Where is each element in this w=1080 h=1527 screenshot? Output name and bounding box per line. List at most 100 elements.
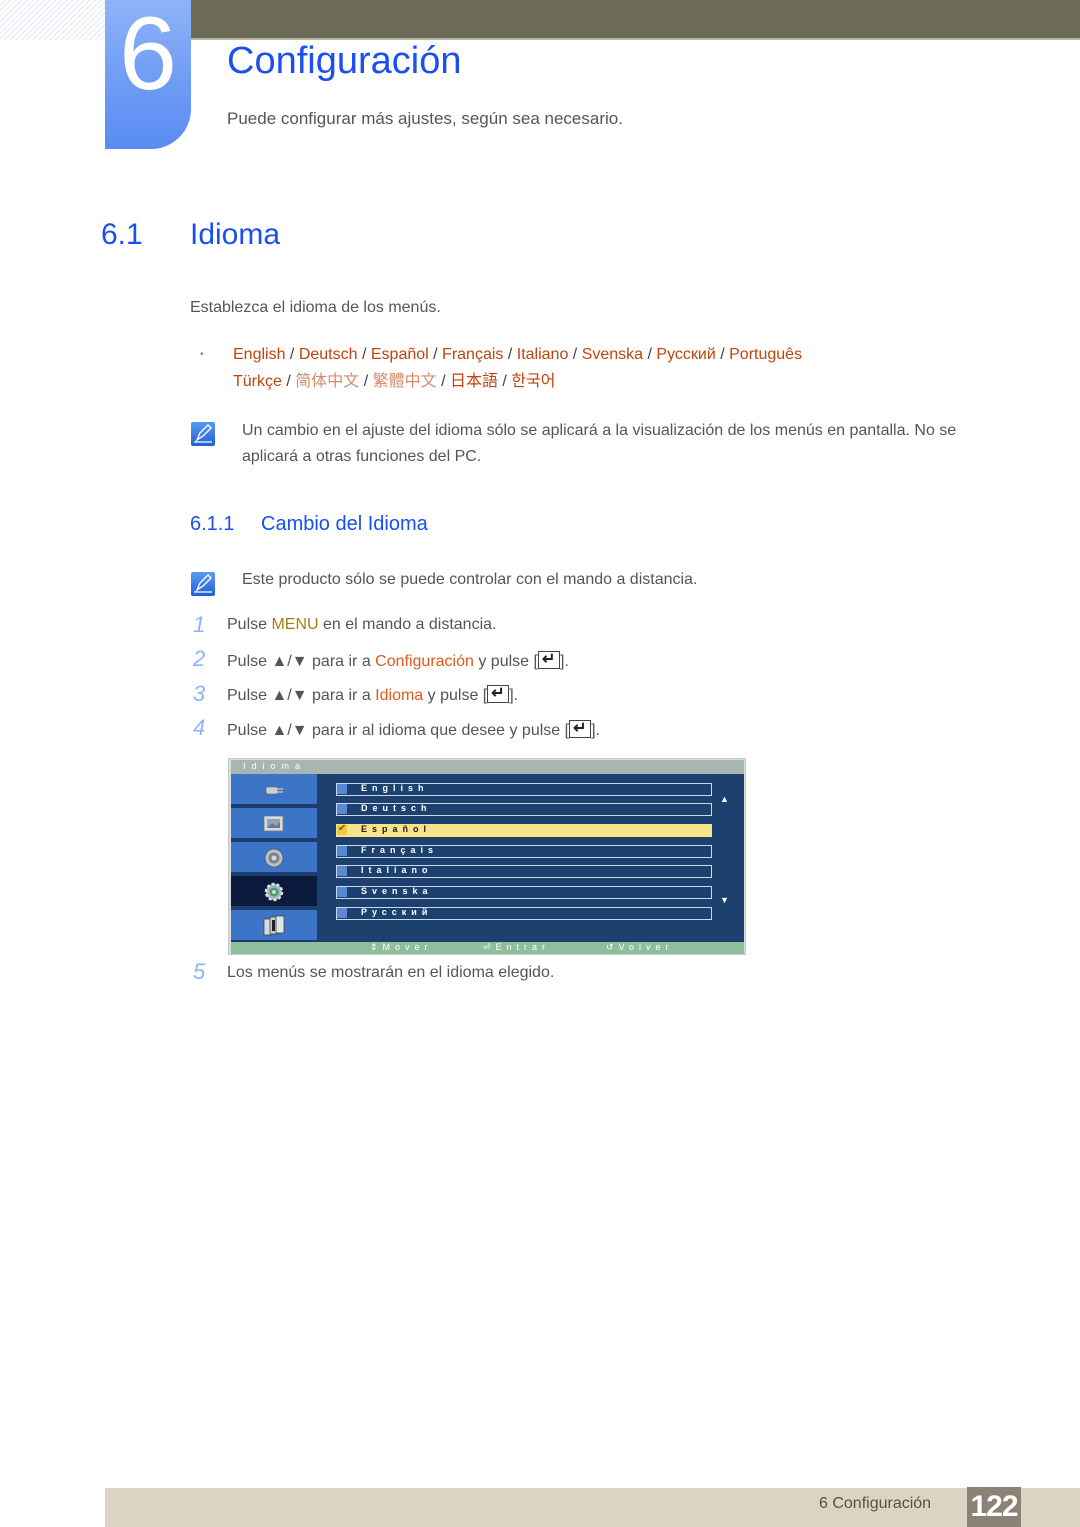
footer-bar bbox=[105, 1488, 1080, 1527]
language-separator: / bbox=[357, 346, 371, 363]
section-title: Idioma bbox=[190, 218, 281, 251]
step-text: Pulse ▲/▼ para ir a Idioma y pulse []. bbox=[227, 683, 519, 705]
osd-category-multi-window[interactable] bbox=[231, 910, 317, 942]
step-text-suffix: ]. bbox=[559, 653, 569, 670]
enter-key-icon bbox=[537, 649, 560, 669]
header-hatch-decoration bbox=[0, 0, 105, 40]
remote-note-text: Este producto sólo se puede controlar co… bbox=[242, 571, 698, 588]
osd-hint-move-label: Mover bbox=[382, 942, 433, 952]
language-link[interactable]: Deutsch bbox=[299, 346, 358, 363]
osd-option-francais[interactable]: Français bbox=[336, 845, 712, 858]
chapter-subtitle: Puede configurar más ajustes, según sea … bbox=[227, 109, 623, 128]
language-separator: / bbox=[503, 346, 517, 363]
language-link[interactable]: Русский bbox=[656, 346, 715, 363]
note-pencil-icon bbox=[191, 422, 215, 446]
language-link[interactable]: Español bbox=[371, 346, 429, 363]
sound-icon bbox=[264, 848, 284, 868]
enter-key-icon bbox=[569, 718, 592, 738]
osd-option-english[interactable]: English bbox=[336, 783, 712, 796]
language-link[interactable]: Português bbox=[729, 346, 802, 363]
language-link[interactable]: 简体中文 bbox=[295, 373, 359, 390]
osd-option-russian[interactable]: Русский bbox=[336, 907, 712, 920]
osd-option-espanol[interactable]: ✔ Español bbox=[336, 823, 712, 837]
language-separator: / bbox=[497, 373, 512, 390]
section-number: 6.1 bbox=[101, 218, 143, 251]
step-number: 5 bbox=[193, 959, 206, 984]
osd-title: Idioma bbox=[243, 761, 307, 771]
osd-option-label: Español bbox=[361, 824, 432, 834]
page-number: 122 bbox=[967, 1487, 1021, 1527]
osd-option-label: Deutsch bbox=[361, 803, 432, 813]
osd-category-setup[interactable] bbox=[231, 876, 317, 908]
step-text: Los menús se mostrarán en el idioma eleg… bbox=[227, 964, 555, 981]
language-separator: / bbox=[281, 373, 296, 390]
language-separator: / bbox=[428, 346, 443, 363]
osd-hint-move: ⇕Mover bbox=[370, 942, 433, 953]
chapter-number: 6 bbox=[119, 0, 177, 112]
updown-arrow-icon: ⇕ bbox=[370, 942, 383, 952]
osd-option-label: Italiano bbox=[361, 865, 433, 875]
multi-window-icon bbox=[263, 915, 285, 936]
step-highlight-configuracion: Configuración bbox=[375, 653, 474, 670]
osd-hint-back: ↺Volver bbox=[606, 942, 674, 953]
header-top-bar bbox=[190, 0, 1080, 38]
step-text-post: y pulse [ bbox=[473, 653, 538, 670]
scroll-down-arrow-icon[interactable]: ▼ bbox=[720, 895, 729, 905]
footer-chapter-label: 6 Configuración bbox=[819, 1495, 932, 1512]
language-note-text: Un cambio en el ajuste del idioma sólo s… bbox=[242, 422, 957, 465]
section-description: Establezca el idioma de los menús. bbox=[190, 299, 441, 316]
osd-option-deutsch[interactable]: Deutsch bbox=[336, 803, 712, 816]
osd-hint-enter-label: Entrar bbox=[495, 942, 551, 952]
language-list-line-1: English / Deutsch / Español / Français /… bbox=[233, 346, 802, 364]
language-link[interactable]: Italiano bbox=[517, 346, 569, 363]
step-text-pre: Pulse ▲/▼ para ir al idioma que desee y … bbox=[227, 722, 570, 739]
return-icon: ↺ bbox=[606, 942, 619, 952]
osd-option-label: English bbox=[361, 783, 429, 793]
step-number: 2 bbox=[193, 646, 206, 671]
language-link[interactable]: Türkçe bbox=[233, 373, 282, 390]
step-text: Pulse ▲/▼ para ir al idioma que desee y … bbox=[227, 718, 600, 740]
language-link[interactable]: English bbox=[233, 346, 285, 363]
language-separator: / bbox=[568, 346, 582, 363]
step-number: 4 bbox=[193, 715, 206, 740]
osd-option-marker bbox=[337, 866, 347, 876]
chapter-tab: 6 bbox=[105, 0, 191, 149]
step-highlight-menu: MENU bbox=[271, 616, 319, 633]
language-separator: / bbox=[359, 373, 373, 390]
setup-gear-icon bbox=[264, 882, 284, 902]
step-text: Pulse MENU en el mando a distancia. bbox=[227, 616, 496, 634]
osd-category-input[interactable] bbox=[231, 774, 317, 806]
step-text-post: y pulse [ bbox=[423, 687, 488, 704]
step-text-suffix: ]. bbox=[509, 687, 519, 704]
enter-key-icon bbox=[487, 683, 510, 703]
step-number: 1 bbox=[193, 612, 206, 637]
osd-category-picture[interactable] bbox=[231, 808, 317, 840]
osd-category-sound[interactable] bbox=[231, 842, 317, 874]
step-text-pre: Pulse ▲/▼ para ir a bbox=[227, 687, 376, 704]
osd-option-marker bbox=[337, 846, 347, 856]
step-text-pre: Pulse bbox=[227, 616, 272, 633]
language-link[interactable]: 한국어 bbox=[511, 373, 555, 390]
language-link[interactable]: Français bbox=[442, 346, 503, 363]
scroll-up-arrow-icon[interactable]: ▲ bbox=[720, 794, 729, 804]
note-pencil-icon bbox=[191, 572, 215, 596]
osd-option-italiano[interactable]: Italiano bbox=[336, 865, 712, 878]
osd-category-sidebar bbox=[231, 774, 317, 942]
osd-hint-back-label: Volver bbox=[618, 942, 674, 952]
step-text-post: en el mando a distancia. bbox=[318, 616, 497, 633]
osd-hint-bar: ⇕Mover ⏎Entrar ↺Volver bbox=[231, 942, 744, 954]
checkmark-icon: ✔ bbox=[338, 823, 347, 834]
osd-option-label: Français bbox=[361, 845, 439, 855]
chapter-title: Configuración bbox=[227, 40, 462, 82]
osd-option-label: Svenska bbox=[361, 886, 433, 896]
language-link[interactable]: 日本語 bbox=[450, 373, 498, 390]
picture-icon bbox=[263, 815, 284, 832]
language-link[interactable]: 繁體中文 bbox=[373, 373, 437, 390]
language-link[interactable]: Svenska bbox=[582, 346, 643, 363]
subsection-number: 6.1.1 bbox=[190, 513, 235, 535]
osd-option-marker bbox=[337, 804, 347, 814]
osd-language-menu-screenshot: Idioma English Deutsch ✔ Español Français… bbox=[228, 758, 746, 955]
language-separator: / bbox=[715, 346, 730, 363]
input-icon bbox=[263, 786, 283, 798]
osd-option-svenska[interactable]: Svenska bbox=[336, 886, 712, 899]
